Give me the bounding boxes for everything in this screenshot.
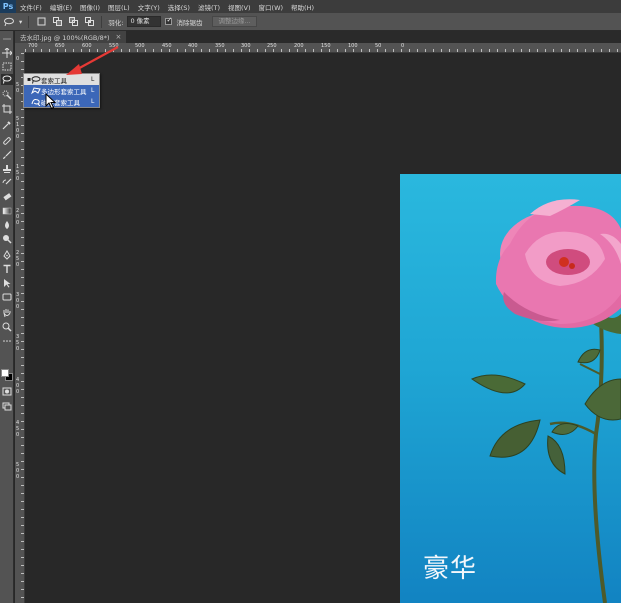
ruler-label: 50 — [375, 43, 382, 49]
lasso-tool-flyout: ▪ 套索工具 L 多边形套索工具 L 磁性套索工具 L — [23, 73, 100, 108]
ruler-label: 0 — [16, 88, 20, 94]
intersect-selection-icon[interactable] — [83, 16, 95, 28]
healing-brush-tool-icon[interactable] — [1, 135, 13, 146]
annotation-arrow-icon — [66, 46, 119, 75]
flyout-item-shortcut: L — [91, 98, 95, 105]
subtract-from-selection-icon[interactable] — [67, 16, 79, 28]
tab-strip — [127, 31, 621, 43]
tool-preset-lasso-icon[interactable] — [3, 16, 15, 28]
menu-layer[interactable]: 图层(L) — [104, 2, 134, 12]
menu-type[interactable]: 文字(Y) — [134, 2, 164, 12]
add-to-selection-icon[interactable] — [51, 16, 63, 28]
ruler-label: 0 — [16, 220, 20, 226]
feather-label: 羽化: — [108, 18, 124, 27]
vertical-ruler[interactable]: 0 5 0 5 1 0 0 1 5 0 2 0 0 2 5 0 3 0 0 3 … — [15, 53, 25, 603]
crop-tool-icon[interactable] — [1, 103, 13, 114]
close-tab-icon[interactable]: × — [116, 33, 122, 41]
menu-select[interactable]: 选择(S) — [164, 2, 194, 12]
ruler-label: 0 — [16, 134, 20, 140]
document-tab[interactable]: 去水印.jpg @ 100%(RGB/8*) × — [15, 31, 127, 43]
separator — [28, 15, 30, 28]
magnetic-lasso-icon — [31, 97, 41, 106]
dodge-tool-icon[interactable] — [1, 233, 13, 244]
ruler-label: 450 — [162, 43, 172, 49]
separator — [101, 15, 103, 28]
ruler-label: 250 — [267, 43, 277, 49]
flyout-item-magnetic-lasso[interactable]: 磁性套索工具 L — [24, 96, 99, 107]
lasso-icon — [31, 75, 41, 84]
menu-filter[interactable]: 滤镜(T) — [194, 2, 224, 12]
rose-photo[interactable]: 豪华 — [400, 174, 621, 603]
move-tool-icon[interactable] — [1, 47, 13, 58]
ruler-label: 200 — [294, 43, 304, 49]
zoom-tool-icon[interactable] — [1, 321, 13, 332]
quick-selection-tool-icon[interactable] — [1, 89, 13, 100]
ruler-label: 0 — [16, 432, 20, 438]
antialias-checkbox[interactable] — [165, 16, 173, 25]
tools-panel — [0, 31, 14, 603]
ruler-label: 0 — [16, 474, 20, 480]
ruler-label: 150 — [321, 43, 331, 49]
lasso-tool-icon[interactable] — [1, 74, 13, 85]
brush-tool-icon[interactable] — [1, 149, 13, 160]
flyout-item-polygonal-lasso[interactable]: 多边形套索工具 L — [24, 85, 99, 96]
ruler-label: 500 — [135, 43, 145, 49]
polygonal-lasso-icon — [31, 86, 41, 95]
ruler-label: 0 — [16, 346, 20, 352]
pen-tool-icon[interactable] — [1, 249, 13, 260]
marquee-tool-icon[interactable] — [1, 61, 13, 72]
menu-view[interactable]: 视图(V) — [224, 2, 255, 12]
menu-image[interactable]: 图像(I) — [76, 2, 104, 12]
menu-edit[interactable]: 编辑(E) — [46, 2, 76, 12]
menu-help[interactable]: 帮助(H) — [287, 2, 318, 12]
menu-file[interactable]: 文件(F) — [16, 2, 46, 12]
new-selection-icon[interactable] — [35, 16, 47, 28]
image-caption: 豪华 — [423, 554, 478, 584]
more-tools-icon[interactable] — [1, 335, 13, 346]
rose-illustration — [470, 199, 621, 603]
panel-collapse-icon[interactable] — [1, 33, 13, 44]
ruler-ticks — [21, 53, 24, 603]
ruler-label: 100 — [348, 43, 358, 49]
type-tool-icon[interactable] — [1, 263, 13, 274]
ruler-label: 0 — [16, 304, 20, 310]
ruler-label: 300 — [241, 43, 251, 49]
flyout-item-shortcut: L — [91, 87, 95, 94]
mouse-cursor-icon — [45, 93, 57, 110]
feather-input[interactable]: 0 像素 — [127, 16, 162, 27]
eraser-tool-icon[interactable] — [1, 191, 13, 202]
ruler-label: 400 — [188, 43, 198, 49]
canvas-area[interactable]: 豪华 — [25, 54, 621, 603]
blur-tool-icon[interactable] — [1, 219, 13, 230]
ruler-label: 0 — [401, 43, 405, 49]
gradient-tool-icon[interactable] — [1, 205, 13, 216]
ruler-origin[interactable] — [15, 43, 25, 53]
rectangle-tool-icon[interactable] — [1, 291, 13, 302]
antialias-label: 消除锯齿 — [176, 18, 203, 27]
ruler-label: 700 — [28, 43, 38, 49]
options-bar: ▾ 羽化: 0 像素 消除锯齿 调整边缘... — [0, 13, 621, 31]
document-tab-title: 去水印.jpg @ 100%(RGB/8*) — [20, 34, 110, 42]
ruler-label: 0 — [16, 56, 20, 62]
menu-window[interactable]: 窗口(W) — [255, 2, 288, 12]
hand-tool-icon[interactable] — [1, 307, 13, 318]
quick-mask-icon[interactable] — [1, 386, 13, 397]
ruler-label: 350 — [215, 43, 225, 49]
eyedropper-tool-icon[interactable] — [1, 119, 13, 130]
foreground-color-swatch[interactable] — [1, 369, 9, 377]
preset-dropdown-icon[interactable]: ▾ — [19, 18, 22, 26]
ruler-label: 0 — [16, 389, 20, 395]
ruler-label: 0 — [16, 262, 20, 268]
ruler-label: 0 — [16, 176, 20, 182]
history-brush-tool-icon[interactable] — [1, 177, 13, 188]
photoshop-logo: Ps — [0, 0, 16, 13]
clone-stamp-tool-icon[interactable] — [1, 163, 13, 174]
screen-mode-icon[interactable] — [1, 401, 13, 412]
path-selection-tool-icon[interactable] — [1, 277, 13, 288]
refine-edge-button[interactable]: 调整边缘... — [212, 16, 257, 27]
menu-bar: Ps 文件(F) 编辑(E) 图像(I) 图层(L) 文字(Y) 选择(S) 滤… — [0, 0, 621, 13]
